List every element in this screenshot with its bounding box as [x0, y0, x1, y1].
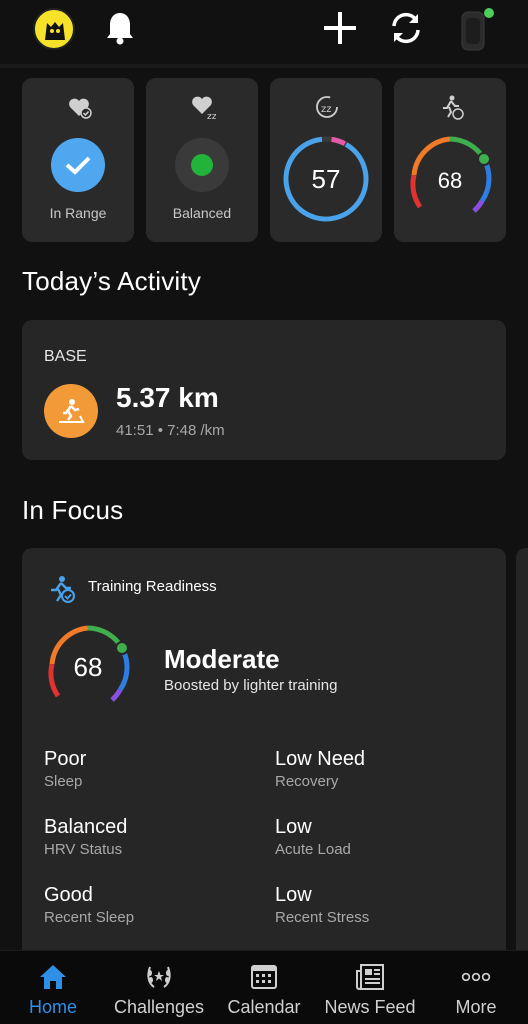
- top-bar: [0, 0, 528, 64]
- tile-hrv-status[interactable]: zz Balanced: [146, 78, 258, 242]
- newspaper-icon: [355, 963, 385, 991]
- stat-value: Poor: [44, 748, 87, 770]
- readiness-level: Moderate: [164, 644, 280, 674]
- profile-avatar-icon[interactable]: [30, 6, 80, 50]
- next-card-peek[interactable]: [516, 548, 528, 958]
- card-title: Training Readiness: [88, 578, 217, 595]
- stat-label: Recent Stress: [275, 909, 370, 926]
- stat-label: Recovery: [275, 773, 339, 790]
- heart-check-icon: [69, 98, 92, 119]
- section-heading-focus: In Focus: [22, 495, 124, 525]
- home-icon: [38, 963, 68, 991]
- sleep-score-icon: zz: [316, 96, 338, 118]
- calendar-icon: [249, 963, 279, 991]
- stat-recent-sleep: Good Recent Sleep: [44, 884, 254, 926]
- balanced-indicator: [175, 138, 229, 192]
- nav-label: Calendar: [227, 997, 301, 1017]
- stat-value: Low: [275, 816, 312, 838]
- stat-recent-stress: Low Recent Stress: [275, 884, 485, 926]
- treadmill-icon: [44, 384, 98, 438]
- activity-details: 41:51 • 7:48 /km: [116, 422, 225, 439]
- stat-label: Acute Load: [275, 841, 351, 858]
- tile-training-readiness[interactable]: 68: [394, 78, 506, 242]
- svg-text:zz: zz: [321, 104, 332, 115]
- stat-hrv-status: Balanced HRV Status: [44, 816, 254, 858]
- tile-label: In Range: [49, 205, 107, 221]
- readiness-score: 68: [73, 652, 103, 682]
- svg-text:zz: zz: [207, 112, 216, 120]
- stat-value: Low: [275, 884, 312, 906]
- more-dots-icon: [461, 963, 491, 991]
- training-readiness-value: 68: [437, 168, 463, 193]
- header-divider: [0, 64, 528, 68]
- nav-label: More: [455, 997, 497, 1017]
- nav-home[interactable]: Home: [14, 951, 92, 1024]
- nav-challenges[interactable]: Challenges: [108, 951, 210, 1024]
- stat-label: Recent Sleep: [44, 909, 135, 926]
- stat-label: HRV Status: [44, 841, 123, 858]
- activity-card[interactable]: BASE 5.37 km 41:51 • 7:48 /km: [22, 320, 506, 460]
- tile-label: Balanced: [172, 205, 232, 221]
- training-readiness-icon: [443, 95, 464, 120]
- device-status-dot: [484, 8, 494, 18]
- training-readiness-icon: [51, 576, 75, 603]
- activity-title: BASE: [44, 348, 87, 365]
- activity-distance: 5.37 km: [116, 382, 219, 413]
- bell-icon[interactable]: [100, 8, 140, 48]
- stat-acute-load: Low Acute Load: [275, 816, 485, 858]
- nav-more[interactable]: More: [436, 951, 516, 1024]
- sync-icon[interactable]: [386, 8, 426, 48]
- nav-label: News Feed: [324, 997, 416, 1017]
- stat-value: Good: [44, 884, 93, 906]
- nav-calendar[interactable]: Calendar: [222, 951, 306, 1024]
- plus-icon[interactable]: [320, 8, 360, 48]
- stat-value: Low Need: [275, 748, 366, 770]
- heart-zz-icon: zz: [192, 96, 216, 120]
- stat-sleep: Poor Sleep: [44, 748, 254, 790]
- nav-label: Home: [28, 997, 77, 1017]
- nav-news-feed[interactable]: News Feed: [318, 951, 422, 1024]
- section-heading-activity: Today’s Activity: [22, 266, 202, 296]
- tile-heart-rate[interactable]: In Range: [22, 78, 134, 242]
- training-readiness-card[interactable]: Training Readiness 68 Moderate Boosted b…: [22, 548, 506, 958]
- readiness-level-sub: Boosted by lighter training: [164, 677, 338, 694]
- bottom-nav: Home Challenges Calendar News Feed More: [0, 950, 528, 1024]
- watch-icon[interactable]: [456, 6, 500, 52]
- laurel-icon: [144, 963, 174, 991]
- stat-value: Balanced: [44, 816, 128, 838]
- in-range-indicator: [51, 138, 105, 192]
- tile-sleep-score[interactable]: zz 57: [270, 78, 382, 242]
- nav-label: Challenges: [113, 997, 205, 1017]
- sleep-score-value: 57: [311, 164, 341, 194]
- stat-label: Sleep: [44, 773, 83, 790]
- stat-recovery: Low Need Recovery: [275, 748, 485, 790]
